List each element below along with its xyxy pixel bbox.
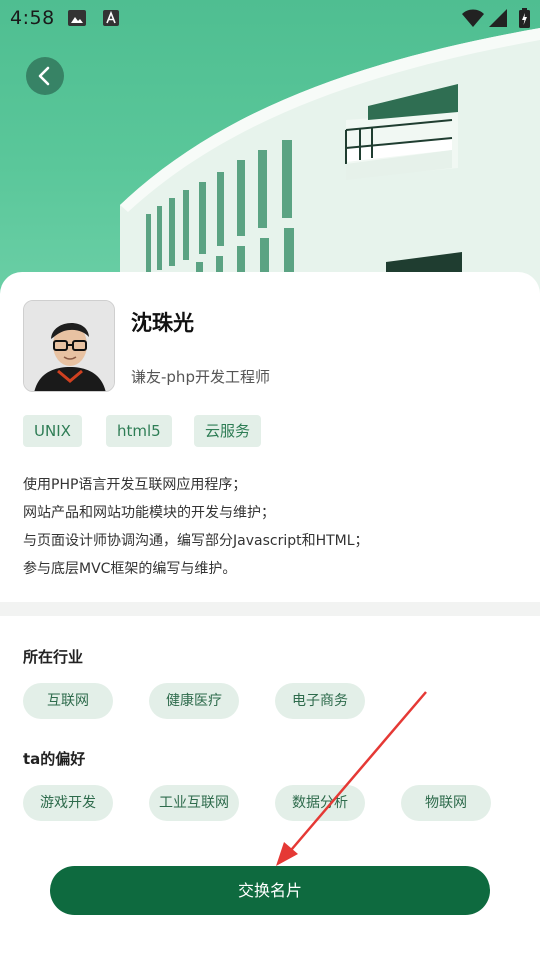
battery-icon [519, 8, 530, 32]
description-line: 网站产品和网站功能模块的开发与维护； [23, 505, 275, 521]
section-divider [0, 602, 540, 616]
skill-tag: 云服务 [194, 415, 262, 447]
profile-description: 使用PHP语言开发互联网应用程序； 网站产品和网站功能模块的开发与维护； 与页面… [23, 471, 518, 583]
industry-chip[interactable]: 健康医疗 [149, 683, 239, 719]
avatar [23, 300, 115, 392]
preference-chip[interactable]: 数据分析 [275, 785, 365, 821]
status-time: 4:58 [10, 7, 55, 29]
industry-section-title: 所在行业 [23, 648, 84, 666]
industry-chip[interactable]: 电子商务 [275, 683, 365, 719]
profile-title: 谦友-php开发工程师 [131, 368, 270, 386]
industry-chip[interactable]: 互联网 [23, 683, 113, 719]
status-bar: 4:58 [0, 0, 540, 36]
image-notification-icon [68, 10, 86, 30]
profile-name: 沈珠光 [131, 311, 194, 335]
exchange-card-button[interactable]: 交换名片 [50, 866, 490, 915]
chevron-left-icon [38, 66, 50, 86]
description-line: 参与底层MVC框架的编写与维护。 [23, 561, 237, 577]
preference-chip[interactable]: 游戏开发 [23, 785, 113, 821]
description-line: 使用PHP语言开发互联网应用程序； [23, 477, 247, 493]
header-background-image [0, 0, 540, 300]
preference-chip[interactable]: 物联网 [401, 785, 491, 821]
skill-tag: html5 [106, 415, 172, 447]
signal-icon [489, 9, 507, 31]
description-line: 与页面设计师协调沟通，编写部分Javascript和HTML； [23, 533, 369, 549]
preference-chip[interactable]: 工业互联网 [149, 785, 239, 821]
wifi-icon [462, 9, 484, 31]
back-button[interactable] [26, 57, 64, 95]
preferences-section-title: ta的偏好 [23, 750, 86, 768]
skill-tag: UNIX [23, 415, 82, 447]
font-notification-icon [103, 10, 119, 30]
